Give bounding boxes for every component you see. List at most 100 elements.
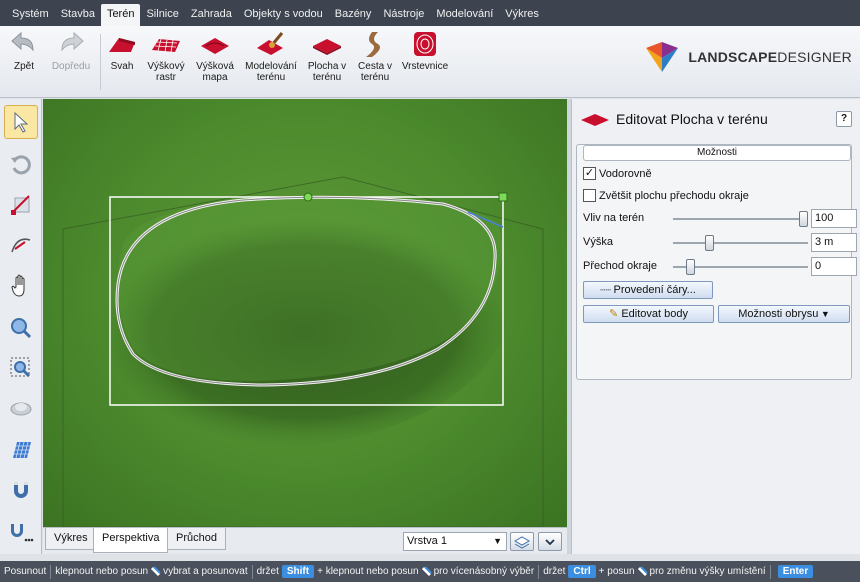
status-divider: [769, 564, 771, 579]
slope-icon: [109, 38, 135, 52]
mouse-left-icon: [421, 566, 432, 577]
terrain-influence-track[interactable]: [673, 218, 808, 220]
undo-button[interactable]: Zpět: [6, 30, 42, 72]
tool-cesta-v-terenu[interactable]: Cesta v terénu: [354, 30, 396, 83]
tool-vrstevnice[interactable]: Vrstevnice: [400, 30, 450, 72]
options-header[interactable]: Možnosti: [583, 145, 851, 161]
tool-vyskovy-rastr-label-2: rastr: [156, 72, 176, 83]
menu-nastroje[interactable]: Nástroje: [377, 4, 430, 26]
edge-transition-value[interactable]: 0: [811, 257, 857, 276]
mouse-left-icon: [151, 566, 161, 577]
tool-plocha-label-1: Plocha v: [307, 61, 347, 72]
help-button[interactable]: ?: [836, 111, 852, 127]
terrain-path-icon: [366, 32, 380, 57]
tool-modelovani-label-1: Modelování: [245, 61, 297, 72]
terrain-brush-icon: [257, 32, 284, 55]
terrain-scene[interactable]: [43, 99, 567, 527]
orbit-tool-button[interactable]: [4, 391, 38, 425]
line-style-button[interactable]: ┄┄ Provedení čáry...: [583, 281, 713, 299]
panel-header: Editovat Plocha v terénu: [580, 111, 768, 127]
tool-cesta-label-1: Cesta v: [358, 61, 392, 72]
options-group: Možnosti ✓ Vodorovně Zvětšit plochu přec…: [576, 144, 857, 380]
tool-vyskova-mapa-label-2: mapa: [202, 72, 228, 83]
edit-points-button[interactable]: ✎ Editovat body: [583, 305, 714, 323]
status-hint-6: držet: [543, 566, 566, 577]
redo-label: Dopředu: [51, 61, 91, 72]
select-arrow-icon: [14, 111, 29, 133]
menu-vykres[interactable]: Výkres: [499, 4, 545, 26]
logo-text-bold: LANDSCAPE: [688, 49, 778, 65]
menu-modelovani[interactable]: Modelování: [430, 4, 499, 26]
menu-bazeny[interactable]: Bazény: [329, 4, 378, 26]
height-slider[interactable]: [704, 235, 714, 251]
curve-edit-tool-button[interactable]: [4, 227, 38, 261]
tool-plocha-v-terenu[interactable]: Plocha v terénu: [304, 30, 350, 83]
layer-menu-button[interactable]: [538, 532, 562, 551]
ribbon-separator: [100, 34, 101, 90]
menu-teren[interactable]: Terén: [100, 4, 141, 26]
outline-options-button[interactable]: Možnosti obrysu ▼: [718, 305, 850, 323]
redo-button[interactable]: Dopředu: [46, 30, 96, 72]
edge-transition-row: Přechod okraje 0: [583, 257, 857, 277]
pan-tool-button[interactable]: [4, 269, 38, 303]
height-grid-icon: [152, 38, 180, 53]
layer-settings-button[interactable]: [510, 532, 534, 551]
select-tool-button[interactable]: [4, 105, 38, 139]
height-track[interactable]: [673, 242, 808, 244]
resize-handle[interactable]: [498, 192, 508, 202]
terrain-influence-label: Vliv na terén: [583, 212, 645, 224]
tool-vyskovy-rastr[interactable]: Výškový rastr: [144, 30, 188, 83]
edge-transition-label: Přechod okraje: [583, 260, 657, 272]
snap-options-tool-button[interactable]: [4, 515, 38, 549]
zoom-region-icon: [10, 357, 31, 378]
magnet-tool-button[interactable]: [4, 473, 38, 507]
status-mode: Posunout: [4, 566, 47, 577]
contour-lines-icon: [414, 32, 436, 56]
zoom-tool-button[interactable]: [4, 311, 38, 345]
edge-transition-slider[interactable]: [685, 259, 695, 275]
pencil-icon: ✎: [609, 308, 622, 320]
edit-points-button-label: Editovat body: [621, 308, 688, 320]
enter-key-badge: Enter: [777, 565, 814, 578]
status-hint-8: pro změnu výšky umístění: [649, 566, 766, 577]
status-hint-1: klepnout nebo posun: [55, 566, 149, 577]
status-divider: [251, 564, 253, 579]
enlarge-transition-checkbox-label: Zvětšit plochu přechodu okraje: [599, 189, 749, 202]
menu-objekty-s-vodou[interactable]: Objekty s vodou: [238, 4, 329, 26]
tool-vyskovy-rastr-label-1: Výškový: [147, 61, 185, 72]
pan-hand-icon: [11, 274, 25, 297]
status-bar: Posunout klepnout nebo posun vybrat a po…: [0, 561, 860, 582]
height-value[interactable]: 3 m: [811, 233, 857, 252]
status-hint-7: + posun: [598, 566, 635, 577]
menu-silnice[interactable]: Silnice: [140, 4, 184, 26]
layers-icon: [514, 535, 530, 549]
3d-viewport[interactable]: [43, 99, 567, 527]
enlarge-transition-checkbox[interactable]: Zvětšit plochu přechodu okraje: [583, 189, 749, 202]
tool-svah[interactable]: Svah: [104, 30, 140, 72]
rotate-handle[interactable]: [303, 192, 313, 202]
tab-vykres[interactable]: Výkres: [45, 528, 97, 550]
left-toolbar: [0, 99, 42, 554]
curve-edit-icon: [11, 238, 31, 253]
status-divider: [50, 564, 52, 579]
resize-tool-button[interactable]: [4, 187, 38, 221]
terrain-influence-value[interactable]: 100: [811, 209, 857, 228]
menu-stavba[interactable]: Stavba: [55, 4, 101, 26]
tool-modelovani-label-2: terénu: [256, 72, 286, 83]
tab-perspektiva[interactable]: Perspektiva: [93, 528, 169, 553]
chevron-down-icon: ▼: [493, 536, 502, 546]
layer-select[interactable]: Vrstva 1 ▼: [403, 532, 507, 551]
menu-zahrada[interactable]: Zahrada: [185, 4, 238, 26]
rotate-tool-button[interactable]: [4, 147, 38, 181]
mouse-left-icon: [637, 566, 648, 577]
horizontal-checkbox-label: Vodorovně: [599, 167, 652, 180]
zoom-region-tool-button[interactable]: [4, 351, 38, 385]
tab-pruchod[interactable]: Průchod: [167, 528, 226, 550]
horizontal-checkbox[interactable]: ✓ Vodorovně: [583, 167, 652, 180]
terrain-influence-slider[interactable]: [799, 211, 808, 227]
menu-system[interactable]: Systém: [6, 4, 55, 26]
orbit-icon: [10, 402, 32, 416]
grid-tool-button[interactable]: [4, 433, 38, 467]
tool-modelovani-terenu[interactable]: Modelování terénu: [242, 30, 300, 83]
tool-vyskova-mapa[interactable]: Výšková mapa: [192, 30, 238, 83]
